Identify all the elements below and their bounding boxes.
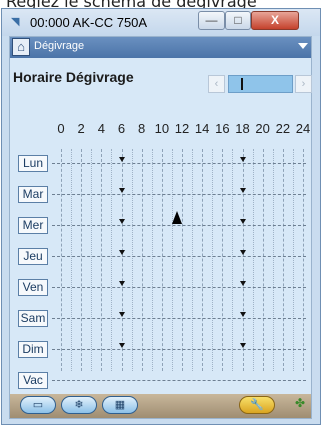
cursor-marker[interactable] — [171, 211, 182, 224]
title-bar: ◥ 00:000 AK-CC 750A — □ X — [2, 9, 320, 36]
defrost-marker[interactable] — [118, 188, 125, 193]
hour-label: 22 — [275, 121, 291, 136]
defrost-marker[interactable] — [239, 343, 246, 348]
schedule-grid[interactable]: 0 2 4 6 8 10 12 14 16 18 20 22 24 Lun Mar Mer Jeu Ven Sam D… — [12, 111, 311, 391]
day-button-mar[interactable]: Mar — [18, 186, 48, 203]
day-button-jeu[interactable]: Jeu — [18, 248, 48, 265]
next-button[interactable]: › — [295, 75, 312, 93]
close-button[interactable]: X — [251, 11, 299, 30]
defrost-marker[interactable] — [118, 219, 125, 224]
grid-line — [131, 149, 133, 371]
grid-line — [252, 149, 254, 371]
hour-label: 24 — [295, 121, 311, 136]
hour-label: 2 — [77, 121, 85, 136]
breadcrumb-bar[interactable]: ⌂ Dégivrage — [10, 37, 311, 58]
grid-line — [81, 149, 83, 371]
defrost-marker[interactable] — [239, 219, 246, 224]
defrost-marker[interactable] — [118, 250, 125, 255]
hour-label: 12 — [174, 121, 190, 136]
day-button-lun[interactable]: Lun — [18, 155, 48, 172]
grid-line — [161, 149, 163, 371]
prev-button[interactable]: ‹ — [208, 75, 225, 93]
defrost-marker[interactable] — [118, 343, 125, 348]
grid-line — [212, 149, 214, 371]
day-row-line — [52, 287, 306, 289]
day-row-line — [52, 318, 306, 320]
wrench-icon[interactable]: 🔧 — [239, 396, 275, 414]
grid-line — [262, 149, 264, 371]
hour-label: 6 — [117, 121, 126, 136]
defrost-button[interactable]: ❄ — [61, 396, 97, 414]
day-row-line — [52, 225, 306, 227]
grid-line — [111, 149, 113, 371]
defrost-marker[interactable] — [118, 281, 125, 286]
grid-line — [101, 149, 103, 371]
hour-label: 20 — [255, 121, 270, 136]
grid-line — [141, 149, 143, 371]
breadcrumb-label: Dégivrage — [34, 40, 85, 52]
day-button-sam[interactable]: Sam — [18, 310, 48, 327]
grid-line — [242, 149, 244, 371]
grid-line — [121, 149, 123, 371]
maximize-button[interactable]: □ — [225, 11, 251, 30]
hour-label: 4 — [97, 121, 105, 136]
day-row-line — [52, 194, 306, 196]
defrost-marker[interactable] — [239, 188, 246, 193]
grid-line — [192, 149, 194, 371]
grid-line — [151, 149, 153, 371]
day-row-line — [52, 349, 306, 351]
bottom-toolbar: ▭ ❄ ▦ 🔧 ✤ — [10, 394, 311, 418]
defrost-marker[interactable] — [239, 157, 246, 162]
grid-line — [272, 149, 274, 371]
chevron-down-icon[interactable] — [298, 43, 308, 49]
display-button[interactable]: ▭ — [20, 396, 56, 414]
day-button-mer[interactable]: Mer — [18, 217, 48, 234]
window-title: 00:000 AK-CC 750A — [30, 15, 148, 30]
time-cursor-field[interactable] — [228, 75, 293, 93]
grid-line — [292, 149, 294, 371]
app-icon: ◥ — [11, 16, 20, 28]
client-area: ⌂ Dégivrage Horaire Dégivrage ‹ › 024681… — [9, 36, 312, 419]
table-button[interactable]: ▦ — [102, 396, 138, 414]
cursor-bar — [241, 78, 243, 90]
defrost-marker[interactable] — [118, 312, 125, 317]
hour-label: 10 — [154, 121, 170, 136]
grid-line — [71, 149, 73, 371]
hour-label: 0 — [57, 121, 65, 136]
grid-line — [232, 149, 234, 371]
day-button-dim[interactable]: Dim — [18, 341, 48, 358]
status-leaf-icon: ✤ — [295, 396, 306, 410]
hour-label: 8 — [138, 121, 146, 136]
grid-line — [61, 149, 62, 371]
page-title: Horaire Dégivrage — [13, 69, 134, 85]
minimize-button[interactable]: — — [198, 11, 225, 30]
day-row-line — [52, 163, 306, 165]
hour-label: 16 — [215, 121, 230, 136]
app-window: ◥ 00:000 AK-CC 750A — □ X ⌂ Dégivrage Ho… — [1, 8, 321, 425]
grid-line — [171, 149, 173, 371]
grid-line — [182, 149, 183, 371]
grid-line — [222, 149, 224, 371]
grid-line — [91, 149, 93, 371]
defrost-marker[interactable] — [239, 281, 246, 286]
day-button-vac[interactable]: Vac — [18, 372, 48, 389]
day-row-line — [52, 380, 306, 382]
hour-label: 14 — [194, 121, 210, 136]
day-button-ven[interactable]: Ven — [18, 279, 48, 296]
grid-line — [202, 149, 204, 371]
defrost-marker[interactable] — [239, 312, 246, 317]
home-icon[interactable]: ⌂ — [12, 38, 30, 56]
grid-line — [303, 149, 304, 371]
hour-label: 18 — [235, 121, 250, 136]
defrost-marker[interactable] — [118, 157, 125, 162]
grid-line — [282, 149, 284, 371]
day-row-line — [52, 256, 306, 258]
defrost-marker[interactable] — [239, 250, 246, 255]
